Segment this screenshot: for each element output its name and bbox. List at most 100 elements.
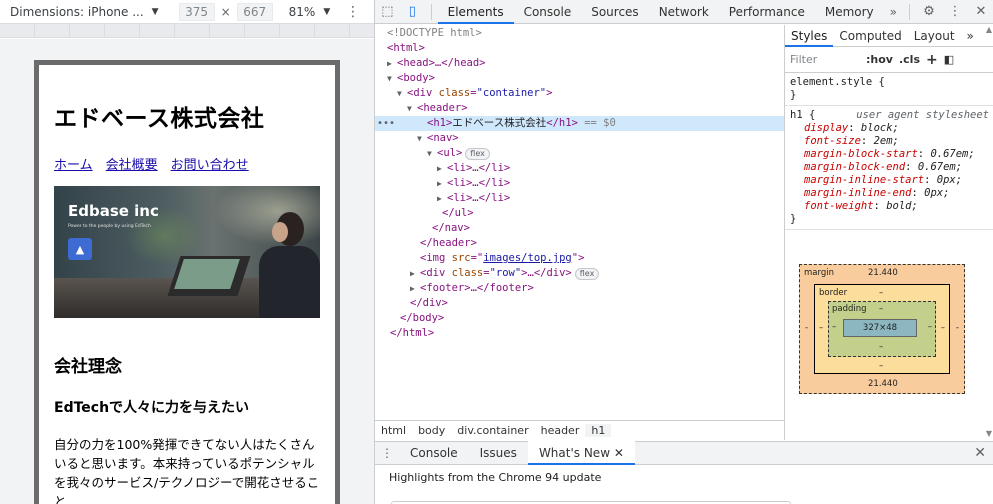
border-left-value[interactable]: –	[819, 323, 823, 333]
breadcrumb-header[interactable]: header	[535, 424, 586, 437]
flex-badge[interactable]: flex	[465, 148, 490, 160]
tab-network[interactable]: Network	[649, 0, 719, 24]
expand-arrow-icon[interactable]: ▶	[437, 176, 447, 191]
close-tab-icon[interactable]: ✕	[614, 446, 624, 460]
add-rule-icon[interactable]: +	[926, 52, 938, 68]
more-options-icon[interactable]: ⋮	[346, 4, 360, 20]
margin-top-value[interactable]: 21.440	[868, 268, 898, 278]
dom-line-body-close[interactable]: </body>	[375, 311, 784, 326]
dom-line-nav-close[interactable]: </nav>	[375, 221, 784, 236]
close-brace: }	[790, 213, 797, 225]
device-height-input[interactable]: 667	[236, 2, 273, 21]
zoom-select[interactable]: 81% ▼	[289, 5, 331, 19]
drawer-tab-whats-new[interactable]: What's New ✕	[527, 441, 635, 465]
media-query-ruler[interactable]	[0, 24, 374, 38]
device-dimensions-select[interactable]: Dimensions: iPhone ... ▼	[10, 5, 159, 19]
collapse-arrow-icon[interactable]: ▼	[387, 71, 397, 86]
element-style-rule[interactable]: element.style { }	[785, 73, 993, 106]
tab-memory[interactable]: Memory	[815, 0, 884, 24]
close-drawer-icon[interactable]: ✕	[974, 445, 986, 461]
expand-arrow-icon[interactable]: ▶	[437, 161, 447, 176]
dom-line-li[interactable]: ▶ <li>…</li>	[375, 176, 784, 191]
scroll-up-icon[interactable]: ▲	[984, 25, 993, 34]
dom-line-html[interactable]: <html>	[375, 41, 784, 56]
tab-console[interactable]: Console	[514, 0, 582, 24]
border-right-value[interactable]: –	[941, 323, 945, 333]
nav-link-contact[interactable]: お問い合わせ	[171, 154, 249, 173]
dom-line-li[interactable]: ▶ <li>…</li>	[375, 191, 784, 206]
dom-line-head[interactable]: ▶ <head>…</head>	[375, 56, 784, 71]
device-toggle-icon[interactable]: ▯	[400, 0, 425, 24]
dom-line-ul[interactable]: ▼ <ul> flex	[375, 146, 784, 161]
flex-badge[interactable]: flex	[574, 268, 600, 280]
settings-gear-icon[interactable]: ⚙	[916, 0, 942, 24]
class-toggle[interactable]: .cls	[899, 53, 920, 66]
collapse-arrow-icon[interactable]: ▼	[397, 86, 407, 101]
more-styles-tabs-button[interactable]: »	[961, 25, 980, 47]
css-prop-name: margin-inline-start	[804, 174, 925, 186]
img-src-link[interactable]: images/top.jpg	[483, 252, 572, 264]
expand-arrow-icon[interactable]: ▶	[410, 281, 420, 296]
border-top-value[interactable]: –	[879, 288, 883, 298]
dom-line-img[interactable]: <img src="images/top.jpg">	[375, 251, 784, 266]
dom-line-header-close[interactable]: </header>	[375, 236, 784, 251]
dom-line-footer[interactable]: ▶ <footer>…</footer>	[375, 281, 784, 296]
border-bottom-value[interactable]: –	[879, 361, 883, 371]
dom-line-header[interactable]: ▼ <header>	[375, 101, 784, 116]
collapse-arrow-icon[interactable]: ▼	[407, 101, 417, 116]
more-tabs-button[interactable]: »	[884, 5, 903, 19]
tab-elements[interactable]: Elements	[437, 0, 514, 24]
dom-line-ul-close[interactable]: </ul>	[375, 206, 784, 221]
drawer-tab-console[interactable]: Console	[399, 441, 469, 465]
tab-performance[interactable]: Performance	[719, 0, 815, 24]
expand-arrow-icon[interactable]: ▶	[410, 266, 420, 281]
padding-left-value[interactable]: –	[832, 322, 836, 332]
styles-filter-input[interactable]: Filter	[790, 53, 860, 66]
drawer-menu-icon[interactable]: ⋮	[375, 446, 399, 460]
dom-line-div-close[interactable]: </div>	[375, 296, 784, 311]
box-model-content-size[interactable]: 327×48	[843, 319, 917, 337]
css-prop-value: 0.67em;	[930, 148, 975, 160]
collapse-arrow-icon[interactable]: ▼	[417, 131, 427, 146]
toggle-sidebar-icon[interactable]: ◧	[944, 53, 954, 66]
inspect-element-icon[interactable]: ⬚	[375, 0, 400, 24]
tab-sources[interactable]: Sources	[581, 0, 648, 24]
padding-bottom-value[interactable]: –	[879, 342, 883, 352]
tab-styles[interactable]: Styles	[785, 25, 834, 47]
dom-line-html-close[interactable]: </html>	[375, 326, 784, 341]
dom-line-li[interactable]: ▶ <li>…</li>	[375, 161, 784, 176]
css-prop-value: 0px;	[924, 187, 950, 199]
dom-line-div-row[interactable]: ▶ <div class="row">…</div> flex	[375, 266, 784, 281]
tab-computed[interactable]: Computed	[833, 25, 907, 47]
ellipsis-icon[interactable]: •••	[377, 116, 395, 131]
css-prop-name: font-size	[804, 135, 861, 147]
breadcrumb-h1[interactable]: h1	[585, 424, 612, 437]
padding-right-value[interactable]: –	[928, 322, 932, 332]
hover-state-toggle[interactable]: :hov	[866, 53, 893, 66]
breadcrumb-html[interactable]: html	[375, 424, 412, 437]
expand-arrow-icon[interactable]: ▶	[387, 56, 397, 71]
margin-left-value[interactable]: -	[805, 323, 808, 333]
customize-menu-icon[interactable]: ⋮	[942, 0, 968, 24]
dom-line-nav[interactable]: ▼ <nav>	[375, 131, 784, 146]
tab-layout[interactable]: Layout	[908, 25, 961, 47]
collapse-arrow-icon[interactable]: ▼	[427, 146, 437, 161]
margin-right-value[interactable]: -	[956, 323, 959, 333]
dom-line-doctype[interactable]: <!DOCTYPE html>	[375, 26, 784, 41]
breadcrumb-div-container[interactable]: div.container	[451, 424, 534, 437]
h1-ua-rule[interactable]: h1 {user agent stylesheet display: block…	[785, 106, 993, 230]
drawer-tab-issues[interactable]: Issues	[469, 441, 528, 465]
nav-link-home[interactable]: ホーム	[54, 154, 93, 173]
device-width-input[interactable]: 375	[178, 2, 215, 21]
scroll-down-icon[interactable]: ▼	[984, 429, 993, 438]
dom-line-body[interactable]: ▼ <body>	[375, 71, 784, 86]
nav-link-about[interactable]: 会社概要	[106, 154, 158, 173]
margin-bottom-value[interactable]: 21.440	[868, 379, 898, 389]
dom-line-h1-selected[interactable]: ••• <h1>エドベース株式会社</h1> == $0	[375, 116, 784, 131]
padding-top-value[interactable]: –	[879, 304, 883, 314]
div-tag-name: div	[426, 267, 446, 279]
breadcrumb-body[interactable]: body	[412, 424, 451, 437]
close-devtools-icon[interactable]: ✕	[968, 0, 993, 24]
expand-arrow-icon[interactable]: ▶	[437, 191, 447, 206]
dom-line-div-container[interactable]: ▼ <div class="container">	[375, 86, 784, 101]
